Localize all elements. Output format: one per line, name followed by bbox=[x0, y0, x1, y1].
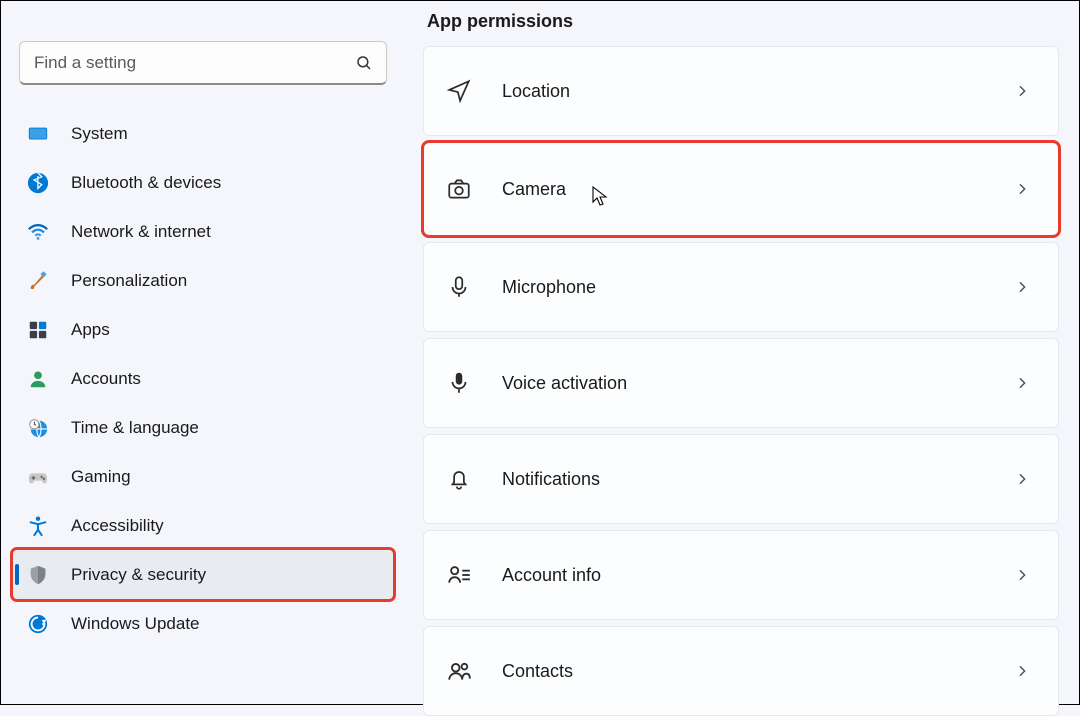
perm-label: Notifications bbox=[502, 469, 984, 490]
sidebar-item-label: Accessibility bbox=[71, 516, 164, 536]
sidebar-item-privacy-security[interactable]: Privacy & security bbox=[13, 550, 393, 599]
search-icon bbox=[355, 54, 373, 72]
microphone-icon bbox=[446, 274, 472, 300]
search-input[interactable] bbox=[19, 41, 387, 85]
sidebar-item-label: Time & language bbox=[71, 418, 199, 438]
gamepad-icon bbox=[27, 466, 49, 488]
sidebar-item-label: Network & internet bbox=[71, 222, 211, 242]
accessibility-icon bbox=[27, 515, 49, 537]
wifi-icon bbox=[27, 221, 49, 243]
perm-notifications[interactable]: Notifications bbox=[423, 434, 1059, 524]
location-icon bbox=[446, 78, 472, 104]
sidebar-item-apps[interactable]: Apps bbox=[13, 305, 393, 354]
chevron-right-icon bbox=[1014, 83, 1030, 99]
sidebar-item-label: Personalization bbox=[71, 271, 187, 291]
perm-label: Camera bbox=[502, 179, 984, 200]
sidebar-item-accessibility[interactable]: Accessibility bbox=[13, 501, 393, 550]
sidebar-item-label: Apps bbox=[71, 320, 110, 340]
chevron-right-icon bbox=[1014, 663, 1030, 679]
voice-icon bbox=[446, 370, 472, 396]
sidebar-item-label: Accounts bbox=[71, 369, 141, 389]
main-content: App permissions Location Camera Micropho… bbox=[405, 1, 1079, 704]
permissions-list: Location Camera Microphone Voice activat… bbox=[423, 46, 1059, 716]
sidebar-item-label: Gaming bbox=[71, 467, 131, 487]
perm-camera[interactable]: Camera bbox=[423, 142, 1059, 236]
account-info-icon bbox=[446, 562, 472, 588]
sidebar-item-bluetooth[interactable]: Bluetooth & devices bbox=[13, 158, 393, 207]
sidebar-item-network[interactable]: Network & internet bbox=[13, 207, 393, 256]
perm-label: Voice activation bbox=[502, 373, 984, 394]
search-wrap bbox=[19, 41, 387, 85]
shield-icon bbox=[27, 564, 49, 586]
perm-label: Location bbox=[502, 81, 984, 102]
perm-label: Account info bbox=[502, 565, 984, 586]
sidebar-item-label: Privacy & security bbox=[71, 565, 206, 585]
person-icon bbox=[27, 368, 49, 390]
display-icon bbox=[27, 123, 49, 145]
perm-contacts[interactable]: Contacts bbox=[423, 626, 1059, 716]
chevron-right-icon bbox=[1014, 567, 1030, 583]
sidebar-item-personalization[interactable]: Personalization bbox=[13, 256, 393, 305]
perm-account-info[interactable]: Account info bbox=[423, 530, 1059, 620]
chevron-right-icon bbox=[1014, 471, 1030, 487]
bell-icon bbox=[446, 466, 472, 492]
perm-label: Contacts bbox=[502, 661, 984, 682]
sidebar-item-time-language[interactable]: Time & language bbox=[13, 403, 393, 452]
sidebar-item-gaming[interactable]: Gaming bbox=[13, 452, 393, 501]
sidebar-item-label: System bbox=[71, 124, 128, 144]
bluetooth-icon bbox=[27, 172, 49, 194]
contacts-icon bbox=[446, 658, 472, 684]
perm-label: Microphone bbox=[502, 277, 984, 298]
perm-voice-activation[interactable]: Voice activation bbox=[423, 338, 1059, 428]
chevron-right-icon bbox=[1014, 279, 1030, 295]
apps-icon bbox=[27, 319, 49, 341]
perm-location[interactable]: Location bbox=[423, 46, 1059, 136]
sidebar-item-windows-update[interactable]: Windows Update bbox=[13, 599, 393, 648]
sidebar-item-label: Windows Update bbox=[71, 614, 200, 634]
camera-icon bbox=[446, 176, 472, 202]
sidebar-item-label: Bluetooth & devices bbox=[71, 173, 221, 193]
perm-microphone[interactable]: Microphone bbox=[423, 242, 1059, 332]
section-title: App permissions bbox=[427, 11, 1059, 32]
sidebar: System Bluetooth & devices Network & int… bbox=[1, 1, 405, 704]
brush-icon bbox=[27, 270, 49, 292]
chevron-right-icon bbox=[1014, 181, 1030, 197]
update-icon bbox=[27, 613, 49, 635]
sidebar-item-system[interactable]: System bbox=[13, 109, 393, 158]
sidebar-nav: System Bluetooth & devices Network & int… bbox=[13, 109, 393, 648]
sidebar-item-accounts[interactable]: Accounts bbox=[13, 354, 393, 403]
globe-clock-icon bbox=[27, 417, 49, 439]
chevron-right-icon bbox=[1014, 375, 1030, 391]
